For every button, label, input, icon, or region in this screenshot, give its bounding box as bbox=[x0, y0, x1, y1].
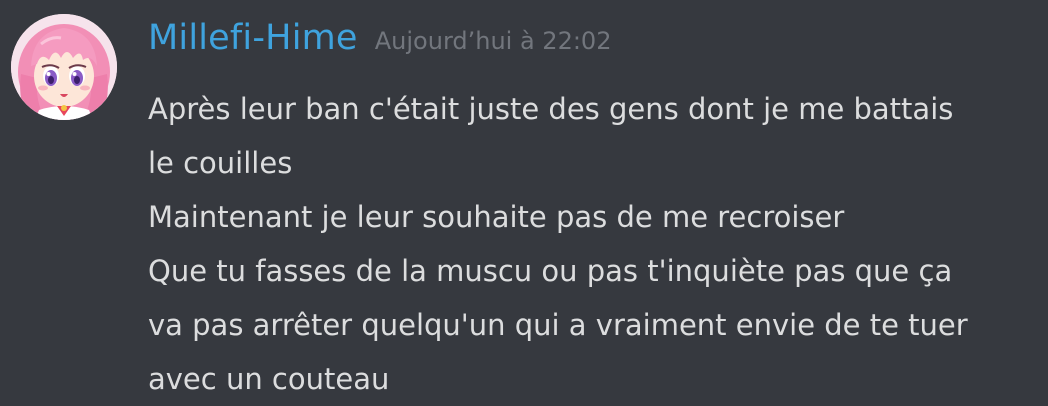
message-line: Maintenant je leur souhaite pas de me re… bbox=[148, 200, 845, 234]
message-content: Après leur ban c'était juste des gens do… bbox=[148, 82, 1038, 406]
message-line: Que tu fasses de la muscu ou pas t'inqui… bbox=[148, 254, 953, 288]
message-header: Millefi-Hime Aujourd’hui à 22:02 bbox=[148, 18, 611, 58]
message-line: va pas arrêter quelqu'un qui a vraiment … bbox=[148, 308, 968, 342]
chat-message: Millefi-Hime Aujourd’hui à 22:02 Après l… bbox=[0, 0, 1048, 406]
username[interactable]: Millefi-Hime bbox=[148, 18, 358, 58]
user-avatar[interactable] bbox=[11, 14, 117, 120]
anime-girl-avatar-icon bbox=[11, 14, 117, 120]
message-line: le couilles bbox=[148, 146, 293, 180]
timestamp: Aujourd’hui à 22:02 bbox=[374, 27, 612, 55]
message-line: Après leur ban c'était juste des gens do… bbox=[148, 92, 954, 126]
message-line: avec un couteau bbox=[148, 362, 390, 396]
